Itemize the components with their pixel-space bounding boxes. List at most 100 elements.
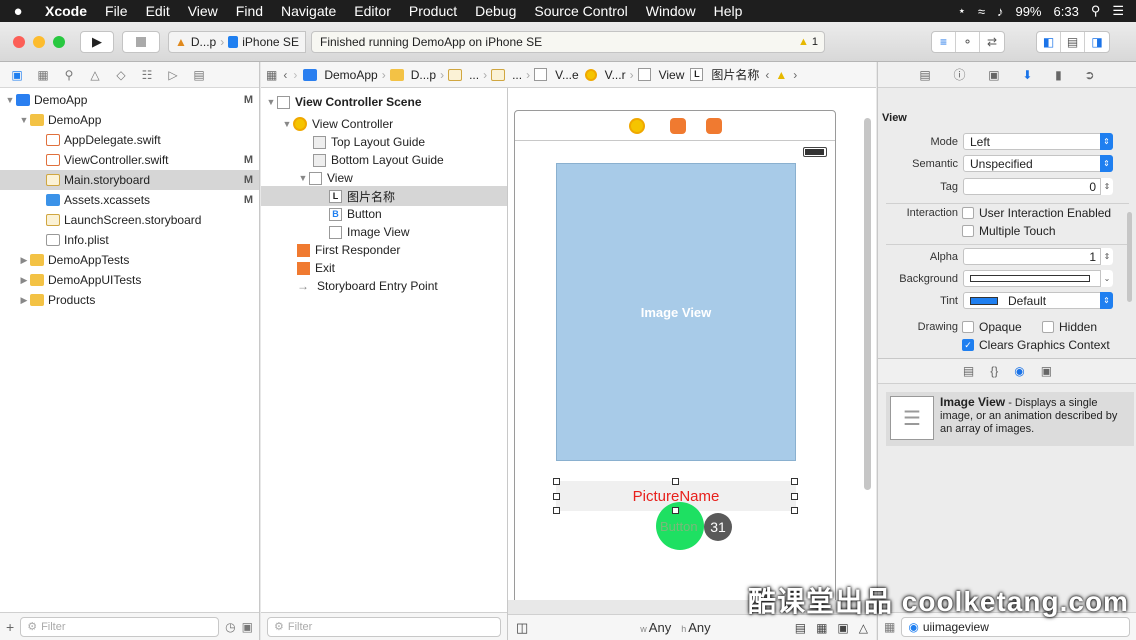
outline-bottom-layout-guide[interactable]: Bottom Layout Guide (261, 150, 507, 170)
navigator-item-launchscreen[interactable]: LaunchScreen.storyboard (0, 210, 259, 230)
resize-handle[interactable] (553, 507, 560, 514)
outline-first-responder[interactable]: First Responder (261, 240, 507, 260)
recent-files-icon[interactable]: ◷ (225, 620, 235, 634)
attributes-inspector-icon[interactable]: ⬇ (1022, 68, 1032, 82)
menu-view[interactable]: View (179, 3, 227, 19)
disclosure-open-icon[interactable]: ▼ (4, 95, 16, 105)
battery-percent[interactable]: 99% (1015, 4, 1041, 19)
first-responder-icon[interactable] (669, 117, 686, 134)
toggle-debug-area-icon[interactable]: ▤ (1061, 32, 1085, 52)
resize-handle[interactable] (672, 478, 679, 485)
navigator-filter-input[interactable]: ⚙ Filter (20, 616, 220, 637)
menu-debug[interactable]: Debug (466, 3, 525, 19)
standard-editor-icon[interactable]: ≡ (932, 32, 956, 52)
view-controller-scene[interactable]: Image View PictureName Button 31 (514, 110, 836, 600)
jumpbar-view[interactable]: View (635, 68, 688, 82)
clock[interactable]: 6:33 (1054, 4, 1079, 19)
source-control-filter-icon[interactable]: ▣ (242, 620, 253, 634)
toggle-outline-icon[interactable]: ◫ (516, 620, 528, 636)
toggle-utilities-icon[interactable]: ◨ (1085, 32, 1109, 52)
navigator-item-assets[interactable]: Assets.xcassets M (0, 190, 259, 210)
menu-file[interactable]: File (96, 3, 137, 19)
button-element[interactable]: Button (660, 519, 698, 534)
back-button[interactable]: ‹ (280, 68, 290, 82)
warning-icon[interactable]: ▲ (772, 68, 790, 82)
jumpbar-label[interactable]: L 图片名称 (687, 66, 762, 83)
menu-navigate[interactable]: Navigate (272, 3, 345, 19)
jumpbar-storyboard[interactable]: ... (445, 68, 482, 82)
outline-exit[interactable]: Exit (261, 258, 507, 278)
outline-view-controller[interactable]: ▼ View Controller (261, 114, 507, 134)
spotlight-search-icon[interactable]: ⚲ (1091, 3, 1101, 19)
minimize-window-button[interactable] (33, 36, 45, 48)
exit-icon[interactable] (705, 117, 722, 134)
image-view[interactable]: Image View (556, 163, 796, 461)
menu-edit[interactable]: Edit (137, 3, 179, 19)
version-editor-icon[interactable]: ⇄ (980, 32, 1004, 52)
resolve-issues-icon[interactable]: △ (859, 621, 868, 635)
semantic-select[interactable]: Unspecified ⇕ (963, 155, 1113, 172)
file-inspector-icon[interactable]: ▤ (919, 68, 930, 82)
debug-navigator-icon[interactable]: ☷ (136, 65, 158, 85)
bluetooth-icon[interactable]: ⋆ (958, 3, 966, 19)
disclosure-open-icon[interactable]: ▼ (297, 173, 309, 183)
menu-window[interactable]: Window (637, 3, 705, 19)
menu-product[interactable]: Product (400, 3, 466, 19)
object-library-icon[interactable]: ◉ (1014, 364, 1024, 378)
menu-editor[interactable]: Editor (345, 3, 400, 19)
volume-icon[interactable]: ♪ (997, 4, 1004, 19)
menu-xcode[interactable]: Xcode (36, 3, 96, 19)
resize-handle[interactable] (672, 507, 679, 514)
jumpbar-prev-issue[interactable]: ‹ (762, 68, 772, 82)
issue-navigator-icon[interactable]: △ (84, 65, 106, 85)
breakpoint-navigator-icon[interactable]: ▷ (162, 65, 184, 85)
outline-view[interactable]: ▼ View (261, 168, 507, 188)
run-button[interactable]: ▶ (80, 31, 114, 53)
disclosure-closed-icon[interactable]: ▶ (18, 295, 30, 306)
menu-source-control[interactable]: Source Control (525, 3, 636, 19)
menu-help[interactable]: Help (705, 3, 752, 19)
navigator-item-tests[interactable]: ▶ DemoAppTests (0, 250, 259, 270)
hidden-checkbox[interactable]: Hidden (1042, 320, 1097, 334)
opaque-checkbox[interactable]: Opaque (962, 320, 1022, 334)
mode-select[interactable]: Left ⇕ (963, 133, 1113, 150)
align-icon[interactable]: ▦ (816, 621, 827, 635)
jumpbar-scene[interactable]: V...e (531, 68, 582, 82)
related-items-icon[interactable]: ▦ (261, 68, 280, 82)
wifi-icon[interactable]: ≈ (978, 4, 985, 19)
vertical-scrollbar[interactable] (864, 118, 871, 490)
outline-label[interactable]: L 图片名称 (261, 186, 507, 206)
navigator-item-uitests[interactable]: ▶ DemoAppUITests (0, 270, 259, 290)
toggle-navigator-icon[interactable]: ◧ (1037, 32, 1061, 52)
stepper-icon[interactable]: ⇕ (1100, 248, 1113, 265)
resize-handle[interactable] (553, 493, 560, 500)
storyboard-canvas[interactable]: Image View PictureName Button 31 (508, 88, 876, 600)
size-inspector-icon[interactable]: ▮ (1055, 68, 1062, 82)
media-library-icon[interactable]: ▣ (1041, 364, 1052, 378)
file-template-library-icon[interactable]: ▤ (963, 364, 974, 378)
disclosure-open-icon[interactable]: ▼ (265, 97, 277, 107)
outline-button[interactable]: B Button (261, 204, 507, 224)
navigator-item-appdelegate[interactable]: AppDelegate.swift (0, 130, 259, 150)
user-interaction-checkbox[interactable]: User Interaction Enabled (962, 206, 1111, 220)
multiple-touch-checkbox[interactable]: Multiple Touch (962, 224, 1056, 238)
background-color-select[interactable]: ⌄ (963, 270, 1113, 287)
resize-handle[interactable] (553, 478, 560, 485)
jumpbar-project[interactable]: DemoApp (300, 68, 380, 82)
zoom-window-button[interactable] (53, 36, 65, 48)
project-navigator-icon[interactable]: ▣ (6, 65, 28, 85)
quick-help-icon[interactable]: ⓘ (953, 66, 965, 83)
close-window-button[interactable] (13, 36, 25, 48)
outline-image-view[interactable]: Image View (261, 222, 507, 242)
navigator-item-group-demoapp[interactable]: ▼ DemoApp (0, 110, 259, 130)
disclosure-open-icon[interactable]: ▼ (18, 115, 30, 125)
navigator-item-infoplist[interactable]: Info.plist (0, 230, 259, 250)
symbol-navigator-icon[interactable]: ▦ (32, 65, 54, 85)
connections-inspector-icon[interactable]: ➲ (1085, 68, 1095, 82)
resize-handle[interactable] (791, 507, 798, 514)
disclosure-open-icon[interactable]: ▼ (281, 119, 293, 129)
navigator-item-viewcontroller[interactable]: ViewController.swift M (0, 150, 259, 170)
apple-menu-icon[interactable]: ● (0, 3, 36, 20)
alpha-field[interactable]: 1 ⇕ (963, 248, 1113, 265)
outline-scene[interactable]: ▼ View Controller Scene (261, 92, 507, 112)
